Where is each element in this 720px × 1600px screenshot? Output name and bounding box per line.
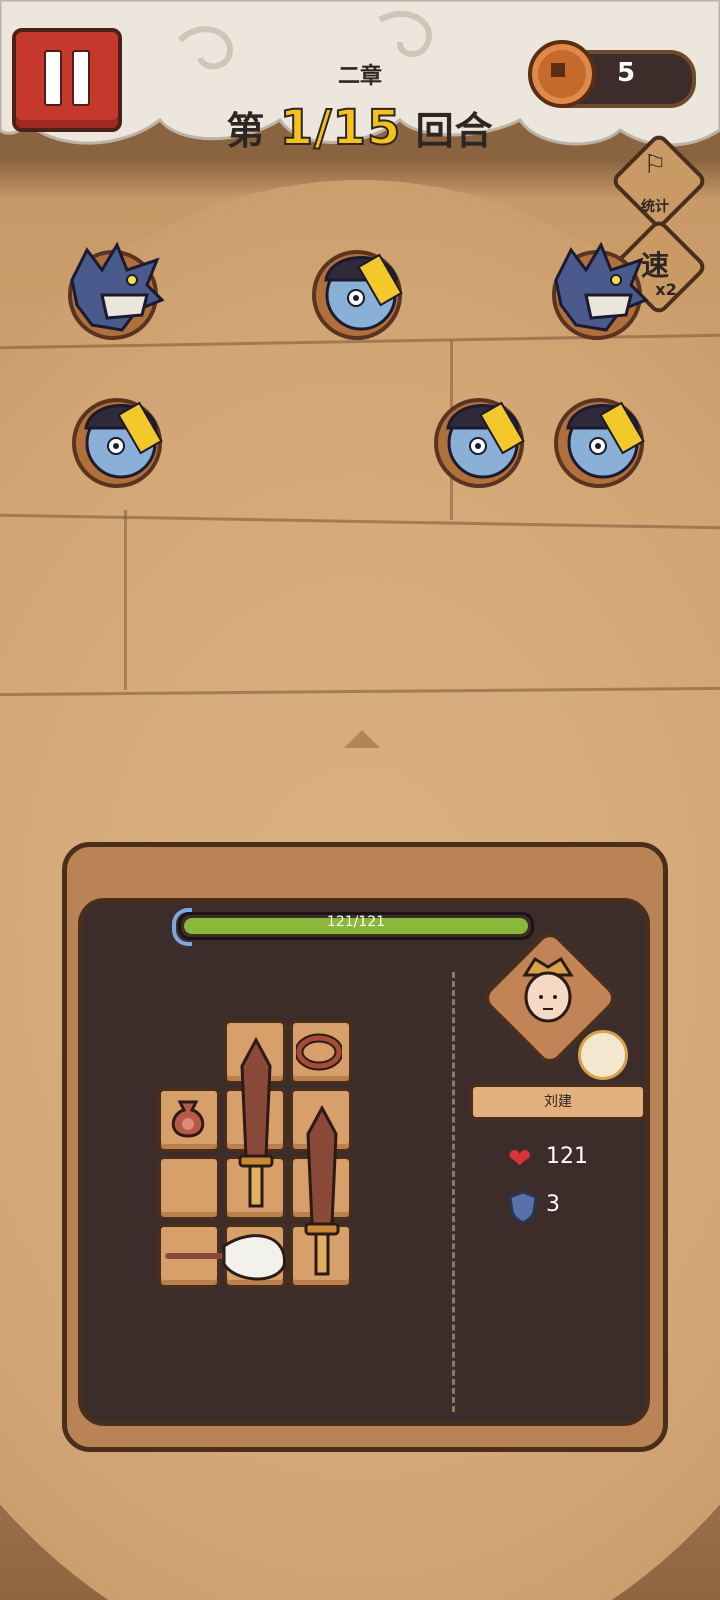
- shield-icon: [508, 1190, 538, 1224]
- fly-whisk-icon[interactable]: [164, 1226, 294, 1288]
- round-counter: 第 1/15 回合: [0, 99, 720, 157]
- stats-label: 统计: [641, 199, 669, 215]
- currency-value: 5: [616, 58, 636, 88]
- jiangshi-icon: [84, 401, 163, 479]
- inventory-slot[interactable]: [158, 1156, 220, 1220]
- jiangshi-icon: [566, 401, 645, 479]
- werewolf-icon: [554, 241, 649, 332]
- armor-value: 3: [546, 1192, 560, 1217]
- enemy-werewolf[interactable]: [552, 241, 649, 340]
- round-suffix: 回合: [415, 109, 494, 153]
- podium-icon: ⚐: [643, 150, 667, 180]
- ring-icon[interactable]: [296, 1032, 342, 1072]
- expand-arrow-icon[interactable]: [344, 730, 380, 748]
- round-prefix: 第: [226, 109, 266, 153]
- hero-avatar[interactable]: [515, 955, 581, 1035]
- jiangshi-icon: [324, 253, 403, 331]
- coin-icon: [528, 40, 596, 108]
- enemy-jiangshi[interactable]: [554, 398, 645, 488]
- sword-icon[interactable]: [300, 1104, 344, 1280]
- panel-divider: [452, 972, 455, 1412]
- game-screen: 二章 第 1/15 回合 5 ⚐ 统计 速 x2 121/121 刘建 ❤ 12…: [0, 0, 720, 1600]
- round-value: 1/15: [279, 99, 402, 157]
- werewolf-icon: [70, 241, 165, 332]
- player-hp-text: 121/121: [326, 914, 386, 930]
- heart-icon: ❤: [508, 1142, 532, 1175]
- pet-avatar-icon[interactable]: [578, 1030, 628, 1080]
- jiangshi-icon: [446, 401, 525, 479]
- enemy-jiangshi[interactable]: [434, 398, 525, 488]
- pouch-icon[interactable]: [166, 1096, 210, 1140]
- hero-name: 刘建: [470, 1084, 646, 1120]
- enemy-werewolf[interactable]: [68, 241, 165, 340]
- sword-icon[interactable]: [234, 1036, 278, 1212]
- enemy-jiangshi[interactable]: [312, 250, 403, 340]
- floor-plank-seam: [124, 510, 127, 690]
- health-value: 121: [546, 1144, 588, 1169]
- enemy-jiangshi[interactable]: [72, 398, 163, 488]
